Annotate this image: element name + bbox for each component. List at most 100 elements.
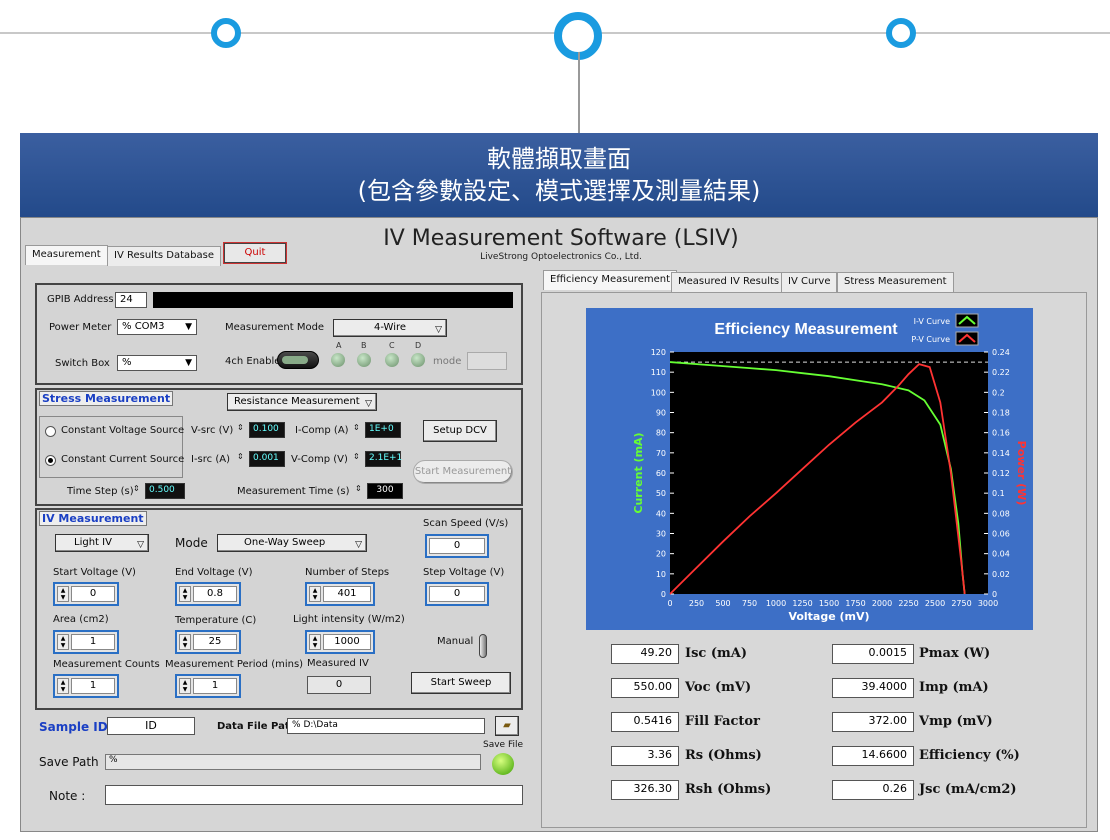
y2-tick-label: 0.12 — [992, 469, 1010, 478]
measurement-period-field[interactable]: ▲ ▼ 1 — [175, 674, 241, 698]
save-file-led-button[interactable] — [492, 753, 514, 775]
spinner-icon[interactable]: ▲ ▼ — [57, 678, 69, 694]
manual-toggle-switch[interactable] — [479, 634, 487, 658]
number-of-steps-field[interactable]: ▲ ▼ 401 — [305, 582, 375, 606]
y2-tick-label: 0.18 — [992, 409, 1010, 418]
y-tick-label: 60 — [656, 469, 666, 478]
power-meter-select[interactable]: % COM3 ▼ — [117, 319, 197, 335]
note-input[interactable] — [105, 785, 523, 805]
measurement-time-spinner-icon[interactable]: ⇕ — [355, 484, 362, 493]
mode-label: Mode — [175, 536, 208, 550]
measurement-time-input[interactable]: 300 — [367, 483, 403, 499]
folder-browse-button[interactable]: ▰ — [495, 716, 519, 736]
result-label: Rs (Ohms) — [685, 748, 762, 763]
vsrc-spinner-icon[interactable]: ⇕ — [237, 423, 244, 432]
caption-line-1: 軟體擷取畫面 — [487, 145, 631, 173]
icomp-input[interactable]: 1E+0 — [365, 422, 401, 438]
start-measurement-button[interactable]: Start Measurement — [413, 460, 513, 484]
power-meter-value: COM3 — [134, 321, 165, 332]
result-value: 0.5416 — [611, 712, 679, 732]
tab-iv-curve[interactable]: IV Curve — [781, 272, 838, 292]
data-file-path-value: D:\Data — [303, 720, 338, 730]
tab-measured-iv-results[interactable]: Measured IV Results — [671, 272, 787, 292]
iv-measurement-title: IV Measurement — [39, 511, 147, 526]
x-tick-label: 1750 — [845, 599, 865, 608]
dropdown-arrow-icon: ▽ — [365, 399, 372, 409]
constant-voltage-radio[interactable] — [45, 426, 56, 437]
stress-type-select[interactable]: Resistance Measurement ▽ — [227, 393, 377, 411]
result-value: 372.00 — [832, 712, 914, 732]
dropdown-arrow-icon: ▼ — [185, 322, 192, 332]
dropdown-arrow-icon: ▽ — [435, 325, 442, 335]
led-label-d: D — [415, 341, 422, 350]
tab-iv-results-database[interactable]: IV Results Database — [107, 246, 221, 266]
spinner-icon[interactable]: ▲ ▼ — [309, 634, 321, 650]
switch-box-select[interactable]: % ▼ — [117, 355, 197, 371]
y2-tick-label: 0.02 — [992, 570, 1010, 579]
spinner-icon[interactable]: ▲ ▼ — [179, 634, 191, 650]
gpib-label: GPIB Address — [47, 294, 114, 305]
spinner-icon[interactable]: ▲ ▼ — [309, 586, 321, 602]
result-label: Efficiency (%) — [919, 748, 1020, 763]
isrc-input[interactable]: 0.001 — [249, 451, 285, 467]
stress-type-value: Resistance Measurement — [234, 396, 360, 407]
sample-id-input[interactable]: ID — [107, 717, 195, 735]
measurement-period-value: 1 — [193, 678, 237, 694]
save-path-field[interactable]: % — [105, 754, 481, 770]
time-step-input[interactable]: 0.500 — [145, 483, 185, 499]
dropdown-arrow-icon: ▽ — [137, 540, 144, 550]
scan-speed-field[interactable]: 0 — [425, 534, 489, 558]
y-tick-label: 100 — [651, 388, 666, 397]
icomp-spinner-icon[interactable]: ⇕ — [353, 423, 360, 432]
quit-button[interactable]: Quit — [223, 242, 287, 264]
constant-current-radio[interactable] — [45, 455, 56, 466]
setup-dcv-button[interactable]: Setup DCV — [423, 420, 497, 442]
spinner-icon[interactable]: ▲ ▼ — [179, 678, 191, 694]
spinner-icon[interactable]: ▲ ▼ — [179, 586, 191, 602]
time-step-spinner-icon[interactable]: ⇕ — [133, 484, 140, 493]
constant-voltage-label: Constant Voltage Source — [61, 425, 185, 436]
vsrc-input[interactable]: 0.100 — [249, 422, 285, 438]
connector-line — [578, 52, 580, 134]
vcomp-spinner-icon[interactable]: ⇕ — [353, 452, 360, 461]
x-tick-label: 2750 — [951, 599, 971, 608]
isrc-spinner-icon[interactable]: ⇕ — [237, 452, 244, 461]
tab-measurement[interactable]: Measurement — [25, 245, 108, 265]
io-icon: % — [122, 357, 132, 368]
tab-efficiency-measurement[interactable]: Efficiency Measurement — [543, 270, 677, 290]
ch-enable-toggle[interactable] — [277, 351, 319, 369]
step-voltage-field[interactable]: 0 — [425, 582, 489, 606]
x-tick-label: 750 — [742, 599, 757, 608]
start-voltage-field[interactable]: ▲ ▼ 0 — [53, 582, 119, 606]
vcomp-input[interactable]: 2.1E+1 — [365, 451, 402, 467]
light-intensity-field[interactable]: ▲ ▼ 1000 — [305, 630, 375, 654]
x-tick-label: 3000 — [978, 599, 998, 608]
gpib-address-input[interactable]: 24 — [115, 292, 147, 308]
y-tick-label: 80 — [656, 429, 666, 438]
sweep-mode-select[interactable]: One-Way Sweep ▽ — [217, 534, 367, 552]
led-label-a: A — [336, 341, 342, 350]
y-tick-label: 30 — [656, 530, 666, 539]
data-file-path-input[interactable]: % D:\Data — [287, 718, 485, 734]
legend-label: P-V Curve — [911, 335, 950, 344]
tab-stress-measurement[interactable]: Stress Measurement — [837, 272, 954, 292]
start-sweep-button[interactable]: Start Sweep — [411, 672, 511, 694]
spinner-icon[interactable]: ▲ ▼ — [57, 634, 69, 650]
y2-tick-label: 0.14 — [992, 449, 1010, 458]
area-field[interactable]: ▲ ▼ 1 — [53, 630, 119, 654]
result-value: 0.26 — [832, 780, 914, 800]
measured-iv-label: Measured IV — [307, 658, 369, 669]
measurement-counts-field[interactable]: ▲ ▼ 1 — [53, 674, 119, 698]
data-file-path-label: Data File Path — [217, 721, 297, 732]
temperature-field[interactable]: ▲ ▼ 25 — [175, 630, 241, 654]
result-value: 550.00 — [611, 678, 679, 698]
measurement-mode-select[interactable]: 4-Wire ▽ — [333, 319, 447, 337]
measured-iv-indicator: 0 — [307, 676, 371, 694]
light-iv-select[interactable]: Light IV ▽ — [55, 534, 149, 552]
result-value: 326.30 — [611, 780, 679, 800]
end-voltage-field[interactable]: ▲ ▼ 0.8 — [175, 582, 241, 606]
step-voltage-label: Step Voltage (V) — [423, 567, 505, 578]
temperature-label: Temperature (C) — [175, 615, 257, 626]
spinner-icon[interactable]: ▲ ▼ — [57, 586, 69, 602]
x-tick-label: 1000 — [766, 599, 786, 608]
